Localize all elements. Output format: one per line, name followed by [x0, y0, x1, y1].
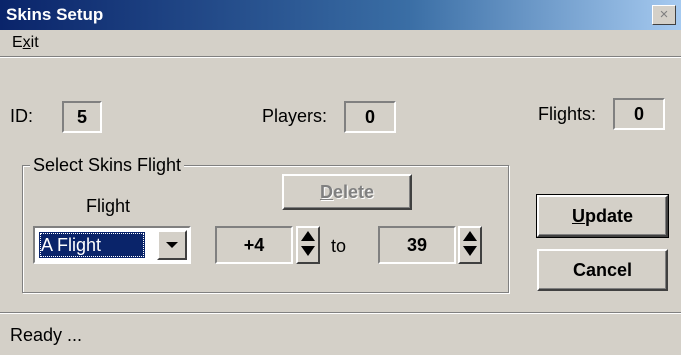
delete-button[interactable]: Delete — [282, 174, 412, 210]
spin-up-icon[interactable] — [301, 231, 315, 241]
to-value-field[interactable]: 39 — [378, 226, 456, 264]
flights-label: Flights: — [538, 104, 597, 124]
spin-down-icon[interactable] — [301, 246, 315, 256]
flight-label: Flight — [86, 196, 131, 216]
window-title: Skins Setup — [6, 5, 104, 24]
players-value: 0 — [344, 101, 396, 133]
spin-up-icon[interactable] — [463, 231, 477, 241]
cancel-button[interactable]: Cancel — [537, 249, 668, 291]
spin-down-icon[interactable] — [463, 246, 477, 256]
title-bar: Skins Setup × — [0, 0, 681, 30]
status-text: Ready ... — [10, 325, 83, 345]
flights-value: 0 — [613, 98, 665, 130]
players-label: Players: — [262, 106, 328, 126]
chevron-down-icon[interactable] — [157, 230, 187, 260]
flight-select[interactable]: A Flight — [33, 226, 191, 264]
from-value-field[interactable]: +4 — [215, 226, 293, 264]
update-button[interactable]: Update — [536, 194, 669, 238]
menu-divider — [0, 57, 681, 58]
close-button[interactable]: × — [652, 5, 676, 25]
to-label: to — [331, 236, 347, 256]
flight-select-value: A Flight — [39, 232, 145, 258]
id-value: 5 — [62, 101, 102, 133]
menu-item-exit[interactable]: Exit — [10, 34, 41, 52]
id-label: ID: — [10, 106, 34, 126]
status-bar: Ready ... — [0, 312, 681, 355]
from-spinner[interactable] — [296, 226, 320, 264]
close-icon: × — [659, 6, 669, 23]
menu-bar: Exit — [0, 30, 681, 57]
group-title: Select Skins Flight — [30, 155, 185, 176]
to-spinner[interactable] — [458, 226, 482, 264]
